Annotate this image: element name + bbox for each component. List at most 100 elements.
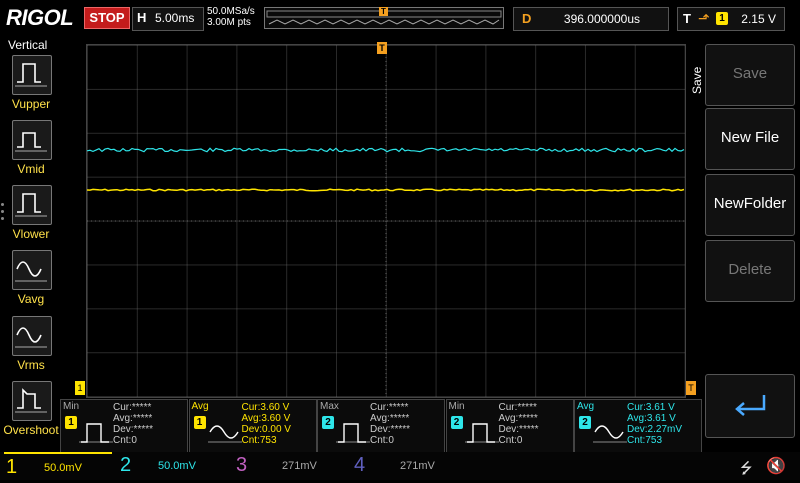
delay-display[interactable]: D 396.000000us [513, 7, 669, 31]
acquisition-info: 50.0MSa/s 3.00M pts [207, 6, 255, 28]
measure-waveform-icon [336, 423, 370, 443]
measurement-box[interactable]: Avg 1 Cur:3.60 V Avg:3.60 V Dev:0.00 V Cnt:75… [188, 399, 317, 453]
channel-badge: 1 [193, 416, 206, 429]
channel-4-status[interactable]: 4 271mV [352, 452, 460, 478]
newfolder-button[interactable]: NewFolder [705, 174, 795, 236]
left-panel-title: Vertical [8, 38, 48, 52]
save-button[interactable]: Save [705, 44, 795, 106]
measurement-title: Min [448, 401, 465, 412]
measurement-title: Min [63, 401, 80, 412]
memory-depth: 3.00M pts [207, 17, 251, 28]
channel-badge: 2 [322, 416, 334, 429]
waveform-display[interactable] [86, 44, 686, 398]
measurement-title: Avg [191, 401, 209, 412]
save-menu-tab[interactable]: Save [690, 67, 704, 94]
measurement-line: Avg:3.61 V [627, 413, 676, 424]
channel-scale: 50.0mV [44, 462, 82, 474]
measurement-line: Cur:***** [498, 402, 537, 413]
rising-edge-icon: ⬏ [698, 10, 710, 26]
measurement-line: Dev:***** [498, 424, 539, 435]
measure-vmid-label: Vmid [17, 162, 45, 176]
measure-vlower-button[interactable] [12, 185, 52, 225]
save-button-label: Save [732, 65, 768, 82]
measurement-line: Cur:***** [370, 402, 409, 413]
channel-1-status[interactable]: 1 50.0mV [4, 452, 112, 480]
measurement-line: Cur:3.61 V [627, 402, 675, 413]
measurement-box[interactable]: Min 2 Cur:***** Avg:***** Dev:***** Cnt:0 [445, 399, 574, 453]
measurement-line: Dev:***** [113, 424, 154, 435]
mute-speaker-icon[interactable]: 🔇 [766, 456, 786, 476]
measurement-line: Cnt:0 [113, 435, 137, 446]
delete-button-label: Delete [728, 261, 772, 278]
measure-vlower-label: Vlower [12, 227, 50, 241]
new-file-button-label: New File [720, 129, 780, 146]
ch1-ground-marker-icon[interactable]: 1 [75, 381, 85, 395]
save-tab-label: Save [690, 66, 704, 94]
measure-vmid-button[interactable] [12, 120, 52, 160]
measurement-line: Cnt:753 [627, 435, 663, 446]
top-status-bar: RIGOL STOP H 5.00ms 50.0MSa/s 3.00M pts … [0, 0, 800, 36]
measure-vavg-button[interactable] [12, 250, 52, 290]
usb-icon: ⭍ [740, 460, 753, 477]
measurement-line: Dev:0.00 V [241, 424, 291, 435]
panel-expand-dots-icon[interactable] [1, 203, 5, 220]
sample-rate: 50.0MSa/s [207, 6, 255, 17]
trigger-level-marker-icon[interactable]: T [686, 381, 696, 395]
vmid-icon [15, 132, 47, 152]
measure-vrms-label: Vrms [17, 358, 45, 372]
measurement-line: Avg:***** [498, 413, 538, 424]
brand-logo: RIGOL [6, 5, 74, 30]
measurement-line: Cnt:753 [241, 435, 277, 446]
memory-overview-bar[interactable]: T [264, 7, 504, 29]
measurement-title: Avg [577, 401, 595, 412]
measurement-box[interactable]: Min 1 Cur:***** Avg:***** Dev:***** Cnt:0 [60, 399, 188, 453]
delay-value: 396.000000us [563, 12, 640, 26]
timebase-value: 5.00ms [155, 11, 195, 25]
run-stop-indicator[interactable]: STOP [84, 7, 130, 29]
ch1-waveform [87, 188, 685, 192]
measurement-line: Avg:3.60 V [241, 413, 291, 424]
measure-waveform-icon [593, 425, 627, 443]
channel-number: 1 [6, 456, 18, 478]
measure-overshoot-label: Overshoot [3, 423, 59, 437]
channel-scale: 50.0mV [158, 460, 196, 472]
measurement-line: Dev:2.27mV [627, 424, 683, 435]
ch2-waveform [87, 147, 685, 153]
vrms-icon [15, 327, 47, 348]
measure-overshoot-button[interactable] [12, 381, 52, 421]
trigger-position-marker-icon: T [379, 7, 388, 16]
measure-vupper-label: Vupper [11, 97, 51, 111]
measurement-box[interactable]: Max 2 Cur:***** Avg:***** Dev:***** Cnt:0 [317, 399, 445, 453]
measurement-line: Cnt:0 [498, 435, 523, 446]
channel-number: 2 [120, 454, 132, 476]
trigger-level: 2.15 V [741, 12, 776, 26]
channel-scale: 271mV [282, 460, 317, 472]
channel-badge: 2 [579, 416, 591, 429]
measurement-line: Dev:***** [370, 424, 411, 435]
measurement-line: Cur:3.60 V [241, 402, 290, 413]
measurement-line: Cur:***** [113, 402, 152, 413]
overshoot-icon [15, 388, 47, 413]
channel-2-status[interactable]: 2 50.0mV [118, 452, 226, 478]
channel-number: 4 [354, 454, 366, 476]
measure-vrms-button[interactable] [12, 316, 52, 356]
measurement-box[interactable]: Avg 2 Cur:3.61 V Avg:3.61 V Dev:2.27mV Cnt:75… [574, 399, 702, 453]
vupper-icon [15, 63, 47, 87]
delete-button[interactable]: Delete [705, 240, 795, 302]
return-arrow-icon [735, 395, 766, 416]
back-button[interactable] [705, 374, 795, 438]
measure-waveform-icon [79, 423, 113, 443]
channel-scale: 271mV [400, 460, 435, 472]
measurement-title: Max [320, 401, 339, 412]
trigger-display[interactable]: T ⬏ 1 2.15 V [677, 7, 785, 31]
measure-vavg-label: Vavg [17, 292, 45, 306]
new-file-button[interactable]: New File [705, 108, 795, 170]
channel-3-status[interactable]: 3 271mV [234, 452, 342, 478]
measure-vupper-button[interactable] [12, 55, 52, 95]
trigger-time-marker-icon[interactable]: T [377, 42, 387, 54]
trigger-source-badge: 1 [716, 12, 728, 25]
measurement-line: Avg:***** [113, 413, 153, 424]
delay-key: D [522, 11, 532, 26]
measurement-line: Avg:***** [370, 413, 410, 424]
horizontal-timebase[interactable]: H 5.00ms [132, 7, 204, 31]
